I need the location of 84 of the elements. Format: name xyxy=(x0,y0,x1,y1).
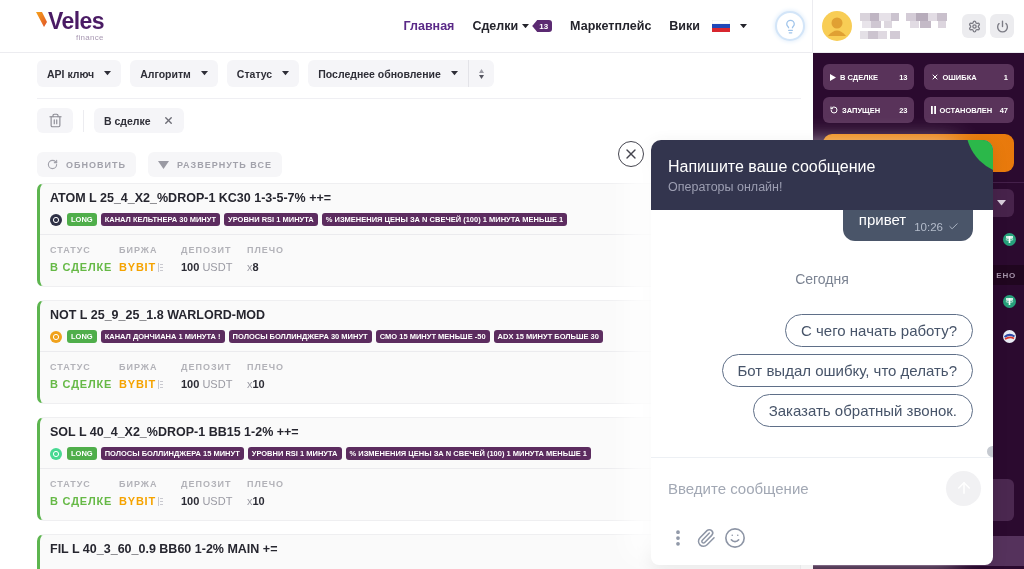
paperclip-icon[interactable] xyxy=(696,528,716,548)
field-label: ПЛЕЧО xyxy=(247,479,285,490)
flag-icon xyxy=(712,20,730,32)
online-indicator-icon xyxy=(967,140,993,172)
filter-chip[interactable]: В сделке xyxy=(94,108,184,133)
sort-icon xyxy=(478,68,484,79)
scroll-thumb[interactable] xyxy=(987,446,993,457)
caret-icon xyxy=(997,200,1006,206)
lines-icon xyxy=(158,263,163,272)
leverage-value: x10 xyxy=(247,495,265,508)
quick-reply-button[interactable]: Бот выдал ошибку, что делать? xyxy=(721,354,973,387)
power-icon xyxy=(995,19,1009,33)
caret-icon xyxy=(104,71,112,76)
deposit-value: 100 USDT xyxy=(181,495,233,508)
bot-title: SOL L 40_4_X2_%DROP-1 BB15 1-2% ++= xyxy=(50,425,300,439)
field-label: СТАТУС xyxy=(50,245,91,256)
play-icon xyxy=(830,73,836,81)
exchange-value: BYBIT xyxy=(119,495,156,508)
trash-button[interactable] xyxy=(37,108,73,133)
nav-link[interactable]: Сделки xyxy=(472,19,530,33)
nav-link[interactable]: Главная xyxy=(403,19,455,33)
bot-title: NOT L 25_9_25_1.8 WARLORD-MOD xyxy=(50,308,267,322)
leverage-value: x10 xyxy=(247,378,265,391)
logo-wordmark: Veles xyxy=(48,9,104,33)
remove-icon xyxy=(162,115,174,126)
filter-dropdown[interactable]: Последнее обновление xyxy=(308,60,468,87)
status-value: В СДЕЛКЕ xyxy=(50,261,113,274)
caret-icon xyxy=(740,23,747,29)
deposit-value: 100 USDT xyxy=(181,261,233,274)
count-badge: 13 xyxy=(532,20,553,32)
deposit-value: 100 USDT xyxy=(181,378,233,391)
bot-title: ATOM L 25_4_X2_%DROP-1 KC30 1-3-5-7% ++= xyxy=(50,191,333,205)
field-label: ДЕПОЗИТ xyxy=(181,245,232,256)
sort-button[interactable] xyxy=(467,60,494,87)
quick-reply-button[interactable]: Заказать обратный звонок. xyxy=(752,394,973,427)
bot-title: FIL L 40_3_60_0.9 BB60 1-2% MAIN += xyxy=(50,542,279,556)
caret-icon xyxy=(282,71,290,76)
filter-dropdown[interactable]: Статус xyxy=(226,60,300,87)
field-label: БИРЖА xyxy=(119,362,158,373)
field-label: ПЛЕЧО xyxy=(247,245,285,256)
field-label: ПЛЕЧО xyxy=(247,362,285,373)
trash-icon xyxy=(47,113,63,128)
chat-title: Напишите ваше сообщение xyxy=(668,157,876,177)
settings-button[interactable] xyxy=(962,14,986,38)
field-label: ДЕПОЗИТ xyxy=(181,479,232,490)
column-header: ЕНО xyxy=(996,270,1016,280)
refresh-icon xyxy=(830,106,838,114)
leverage-value: x8 xyxy=(247,261,259,274)
language-selector[interactable] xyxy=(712,18,747,34)
caret-icon xyxy=(450,71,458,76)
filter-dropdown[interactable]: Алгоритм xyxy=(130,60,218,87)
exchange-value: BYBIT xyxy=(119,378,156,391)
field-label: СТАТУС xyxy=(50,362,91,373)
settings-icon xyxy=(967,19,981,33)
triangle-down-icon xyxy=(157,160,169,169)
status-value: В СДЕЛКЕ xyxy=(50,378,113,391)
lines-icon xyxy=(158,380,163,389)
caret-icon xyxy=(200,71,208,76)
logo-swoosh-icon xyxy=(36,12,47,27)
status-value: В СДЕЛКЕ xyxy=(50,495,113,508)
nav-link[interactable]: Вики xyxy=(669,19,700,33)
field-label: СТАТУС xyxy=(50,479,91,490)
exchange-value: BYBIT xyxy=(119,261,156,274)
field-label: БИРЖА xyxy=(119,479,158,490)
message-time: 10:26 xyxy=(914,220,943,234)
nav-link[interactable]: Маркетплейс xyxy=(570,19,652,33)
close-button[interactable] xyxy=(618,141,644,167)
lines-icon xyxy=(158,497,163,506)
logo-tagline: finance xyxy=(75,33,104,42)
lightbulb-button[interactable] xyxy=(775,11,805,41)
field-label: ДЕПОЗИТ xyxy=(181,362,232,373)
x-icon xyxy=(930,73,939,81)
user-avatar xyxy=(822,11,852,41)
emoji-icon[interactable] xyxy=(724,527,746,549)
refresh-icon xyxy=(47,159,58,170)
filter-dropdown[interactable]: API ключ xyxy=(37,60,122,87)
tether-coin-icon xyxy=(1003,232,1016,246)
coin-icon xyxy=(1003,329,1016,343)
tether-coin-icon xyxy=(1003,294,1016,308)
quick-reply-button[interactable]: С чего начать работу? xyxy=(785,314,973,347)
message-text: привет xyxy=(858,211,907,229)
pause-icon xyxy=(930,106,936,114)
power-button[interactable] xyxy=(990,14,1014,38)
field-label: БИРЖА xyxy=(119,245,158,256)
